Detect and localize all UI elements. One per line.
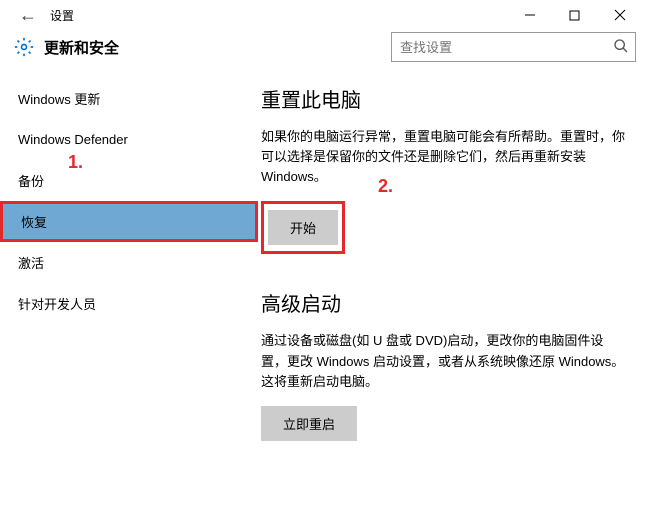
minimize-icon [524,9,536,21]
sidebar-item-activation[interactable]: 激活 [0,242,258,283]
reset-button-row: 开始 [261,201,628,254]
back-button[interactable]: ← [14,6,42,24]
sidebar: Windows 更新 Windows Defender 备份 恢复 激活 针对开… [0,70,258,504]
annotation-2: 2. [378,176,393,197]
maximize-button[interactable] [552,0,597,30]
sidebar-item-windows-defender[interactable]: Windows Defender [0,119,258,160]
advanced-title: 高级启动 [261,288,628,317]
sidebar-item-backup[interactable]: 备份 [0,160,258,201]
search-box[interactable] [391,32,636,62]
minimize-button[interactable] [507,0,552,30]
annotation-1: 1. [68,152,83,173]
sidebar-item-for-developers[interactable]: 针对开发人员 [0,283,258,324]
body: Windows 更新 Windows Defender 备份 恢复 激活 针对开… [0,70,646,504]
window-title: 设置 [50,7,74,24]
reset-start-button[interactable]: 开始 [268,210,338,245]
section-reset: 重置此电脑 如果你的电脑运行异常，重置电脑可能会有所帮助。重置时，你可以选择是保… [261,84,628,254]
header: 更新和安全 [0,30,646,70]
content: 重置此电脑 如果你的电脑运行异常，重置电脑可能会有所帮助。重置时，你可以选择是保… [258,70,646,504]
search-icon [613,38,629,57]
page-title: 更新和安全 [44,37,119,58]
titlebar: ← 设置 [0,0,646,30]
sidebar-item-windows-update[interactable]: Windows 更新 [0,78,258,119]
sidebar-item-recovery[interactable]: 恢复 [0,201,258,242]
maximize-icon [569,10,580,21]
reset-description: 如果你的电脑运行异常，重置电脑可能会有所帮助。重置时，你可以选择是保留你的文件还… [261,127,628,187]
advanced-button-row: 立即重启 [261,406,628,441]
advanced-description: 通过设备或磁盘(如 U 盘或 DVD)启动，更改你的电脑固件设置，更改 Wind… [261,331,628,391]
gear-icon [14,37,34,57]
restart-now-button[interactable]: 立即重启 [261,406,357,441]
close-icon [614,9,626,21]
window-controls [507,0,642,30]
reset-button-highlight: 开始 [261,201,345,254]
search-input[interactable] [400,40,613,55]
section-advanced-startup: 高级启动 通过设备或磁盘(如 U 盘或 DVD)启动，更改你的电脑固件设置，更改… [261,288,628,440]
reset-title: 重置此电脑 [261,84,628,113]
close-button[interactable] [597,0,642,30]
